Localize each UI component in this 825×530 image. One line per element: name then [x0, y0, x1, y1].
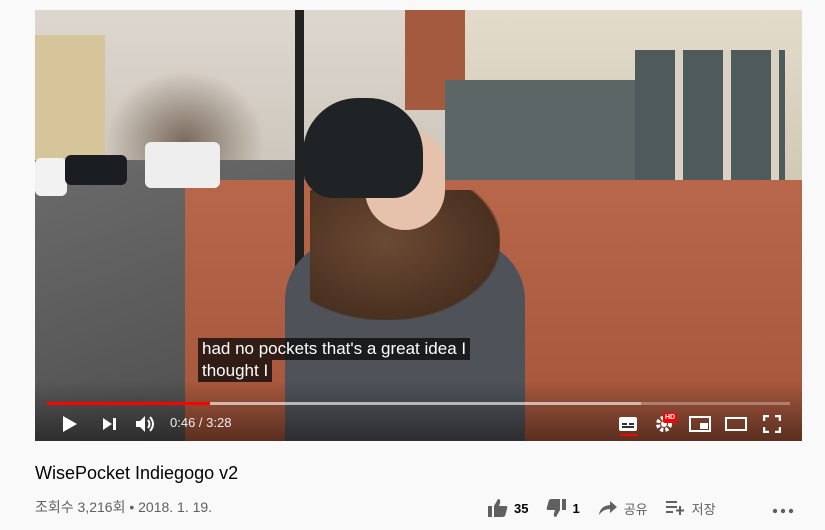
- play-icon: [63, 416, 77, 432]
- progress-bar[interactable]: [47, 402, 790, 405]
- subtitles-icon: [619, 417, 637, 431]
- video-player[interactable]: had no pockets that's a great idea I tho…: [35, 10, 802, 441]
- scene-building-left: [35, 35, 105, 165]
- progress-played: [47, 402, 211, 405]
- next-button[interactable]: [99, 413, 121, 435]
- theater-icon: [725, 417, 747, 431]
- scene-windows: [635, 50, 785, 180]
- like-button[interactable]: 35: [488, 499, 528, 517]
- scene-car: [145, 142, 220, 188]
- dislike-count: 1: [572, 500, 580, 516]
- share-icon: [598, 501, 617, 515]
- scene-car: [35, 158, 67, 196]
- scene-storefront: [445, 80, 635, 190]
- hd-badge: HD: [663, 413, 678, 423]
- subtitles-button[interactable]: [617, 413, 639, 435]
- share-label: 공유: [623, 501, 648, 517]
- play-button[interactable]: [59, 413, 81, 435]
- scene-car: [65, 155, 127, 185]
- caption-line: thought I: [198, 360, 273, 382]
- thumbs-down-icon: [547, 499, 567, 517]
- save-label: 저장: [691, 501, 716, 517]
- caption-box[interactable]: had no pockets that's a great idea I tho…: [198, 338, 471, 382]
- caption-line: had no pockets that's a great idea I: [198, 338, 471, 360]
- action-bar: 35 1 공유 저장: [488, 496, 734, 520]
- next-icon: [103, 418, 116, 430]
- thumbs-up-icon: [488, 499, 508, 517]
- dislike-button[interactable]: 1: [546, 499, 580, 517]
- miniplayer-icon: [689, 416, 711, 432]
- theater-mode-button[interactable]: [724, 413, 748, 435]
- save-playlist-icon: [665, 501, 684, 515]
- save-button[interactable]: 저장: [665, 499, 716, 518]
- scene-person-hat: [303, 98, 423, 198]
- more-icon: [772, 508, 794, 514]
- time-display: 0:46 / 3:28: [170, 415, 232, 430]
- more-actions-button[interactable]: [772, 500, 794, 521]
- video-title: WisePocket Indiegogo v2: [35, 463, 239, 483]
- video-meta: 조회수 3,216회 • 2018. 1. 19.: [35, 499, 213, 515]
- like-count: 35: [514, 500, 529, 516]
- share-button[interactable]: 공유: [598, 499, 648, 518]
- subtitles-active-indicator: [620, 434, 637, 436]
- volume-icon: [136, 416, 154, 432]
- fullscreen-icon: [763, 415, 781, 433]
- miniplayer-button[interactable]: [688, 413, 712, 435]
- fullscreen-button[interactable]: [761, 413, 783, 435]
- mute-button[interactable]: [134, 413, 158, 435]
